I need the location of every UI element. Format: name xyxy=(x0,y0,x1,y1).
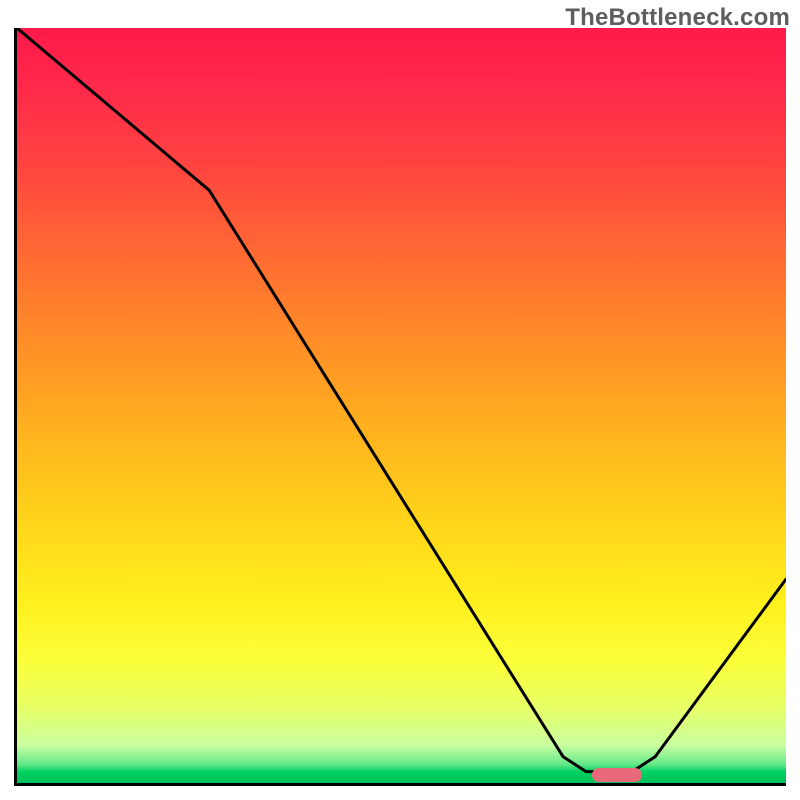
chart-container: TheBottleneck.com xyxy=(0,0,800,800)
optimal-range-marker xyxy=(592,768,642,782)
plot-area xyxy=(14,28,786,786)
bottleneck-curve xyxy=(17,28,786,783)
